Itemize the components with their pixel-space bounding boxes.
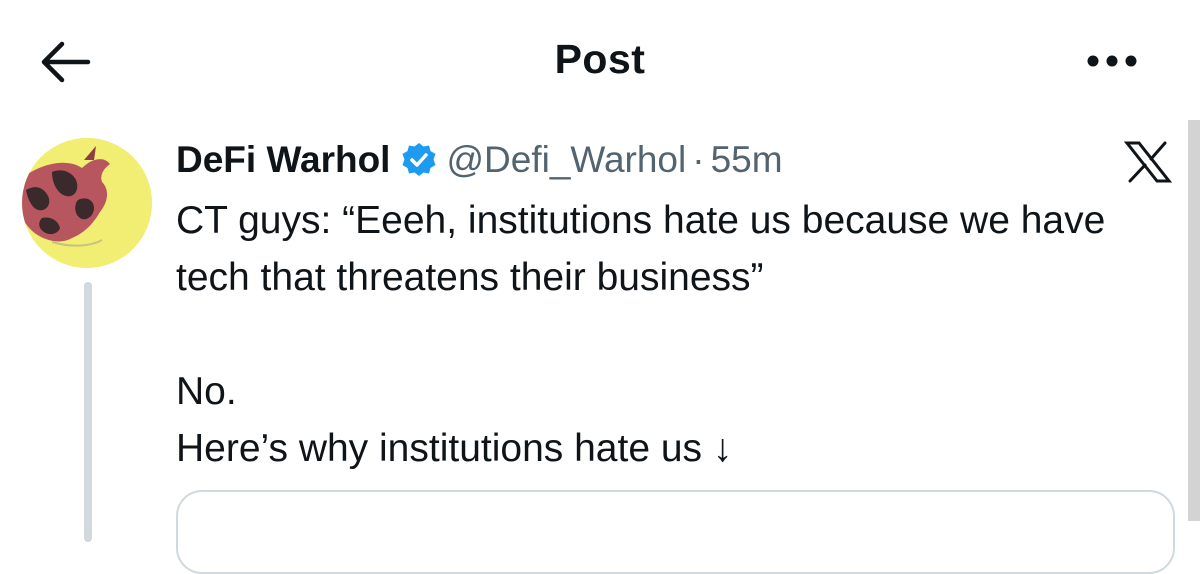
- verified-badge-icon[interactable]: [400, 141, 438, 179]
- timestamp[interactable]: 55m: [711, 139, 783, 181]
- top-bar: Post: [0, 0, 1200, 120]
- avatar[interactable]: [22, 138, 152, 268]
- tweet-header: DeFi Warhol @Defi_Warhol · 55m: [176, 134, 783, 186]
- more-horizontal-icon: [1087, 55, 1137, 67]
- cow-portrait-icon: [22, 138, 152, 268]
- page-title: Post: [554, 36, 646, 82]
- quoted-post-card[interactable]: [176, 490, 1175, 574]
- author-handle[interactable]: @Defi_Warhol: [446, 139, 686, 181]
- more-options-button[interactable]: [1082, 46, 1142, 76]
- meta-separator: ·: [692, 139, 705, 180]
- thread-connector: [84, 282, 92, 542]
- author-display-name[interactable]: DeFi Warhol: [176, 139, 390, 181]
- tweet-text: CT guys: “Eeeh, institutions hate us bec…: [176, 199, 1106, 470]
- x-logo-icon: [1123, 140, 1173, 184]
- scrollbar[interactable]: [1188, 120, 1200, 521]
